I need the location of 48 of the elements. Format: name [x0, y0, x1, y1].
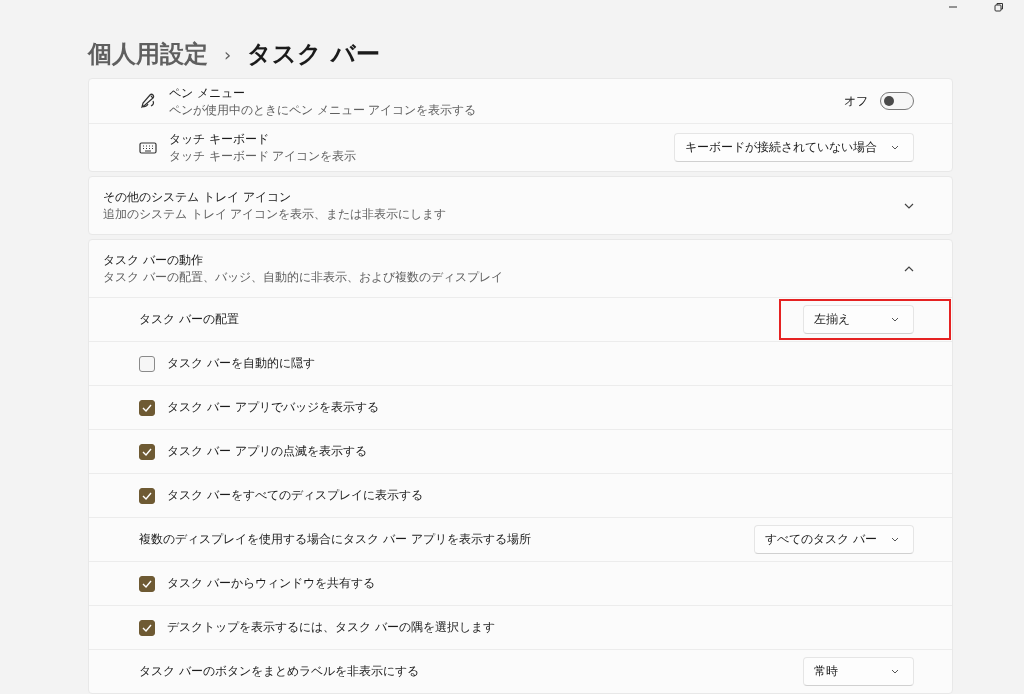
checkbox[interactable]: [139, 443, 155, 460]
dropdown[interactable]: キーボードが接続されていない場合: [674, 133, 914, 162]
checkbox-label: タスク バーを自動的に隠す: [167, 355, 316, 372]
checkbox[interactable]: [139, 575, 155, 592]
dropdown[interactable]: すべてのタスク バー: [754, 525, 914, 554]
setting-label: タスク バーのボタンをまとめラベルを非表示にする: [139, 663, 420, 680]
setting-description: タッチ キーボード アイコンを表示: [169, 149, 358, 164]
dropdown[interactable]: 左揃え: [803, 305, 914, 334]
section-description: 追加のシステム トレイ アイコンを表示、または非表示にします: [103, 207, 448, 222]
section-header[interactable]: その他のシステム トレイ アイコン 追加のシステム トレイ アイコンを表示、または非表示にします: [89, 177, 952, 234]
chevron-down-icon: [904, 202, 914, 209]
section-description: タスク バーの配置、バッジ、自動的に非表示、および複数のディスプレイ: [103, 270, 504, 285]
section-title: タスク バーの動作: [103, 252, 204, 269]
checkmark-icon: [142, 623, 152, 632]
dropdown[interactable]: 常時: [803, 657, 914, 686]
checkbox-label: デスクトップを表示するには、タスク バーの隅を選択します: [167, 619, 496, 636]
checkbox[interactable]: [139, 355, 155, 372]
setting-label: 複数のディスプレイを使用する場合にタスク バー アプリを表示する場所: [139, 531, 532, 548]
page-title: タスク バー: [247, 39, 380, 70]
setting-label: タスク バーの配置: [139, 311, 240, 328]
checkmark-icon: [142, 447, 152, 456]
breadcrumb-parent[interactable]: 個人用設定: [88, 38, 208, 70]
chevron-down-icon: [891, 145, 899, 150]
toggle-state-label: オフ: [844, 93, 868, 109]
checkmark-icon: [142, 491, 152, 500]
setting-description: ペンが使用中のときにペン メニュー アイコンを表示する: [169, 102, 478, 118]
setting-title: ペン メニュー: [169, 84, 246, 102]
pen-icon: [139, 92, 157, 110]
setting-title: タッチ キーボード: [169, 131, 270, 148]
breadcrumb-separator: ›: [224, 43, 232, 65]
chevron-up-icon: [904, 265, 914, 272]
restore-icon[interactable]: [994, 2, 1004, 12]
checkbox-label: タスク バー アプリの点滅を表示する: [167, 443, 368, 460]
section-header[interactable]: タスク バーの動作 タスク バーの配置、バッジ、自動的に非表示、および複数のディスプレイ: [89, 240, 952, 297]
chevron-down-icon: [891, 537, 899, 542]
checkmark-icon: [142, 579, 152, 588]
checkbox-label: タスク バー アプリでバッジを表示する: [167, 399, 380, 416]
checkbox[interactable]: [139, 487, 155, 504]
checkbox-label: タスク バーからウィンドウを共有する: [167, 575, 376, 592]
toggle-switch[interactable]: [880, 92, 914, 110]
chevron-down-icon: [891, 317, 899, 322]
keyboard-icon: [139, 140, 157, 155]
chevron-down-icon: [891, 669, 899, 674]
section-title: その他のシステム トレイ アイコン: [103, 189, 292, 206]
checkmark-icon: [142, 403, 152, 412]
checkbox[interactable]: [139, 399, 155, 416]
checkbox-label: タスク バーをすべてのディスプレイに表示する: [167, 487, 424, 504]
checkbox[interactable]: [139, 619, 155, 636]
